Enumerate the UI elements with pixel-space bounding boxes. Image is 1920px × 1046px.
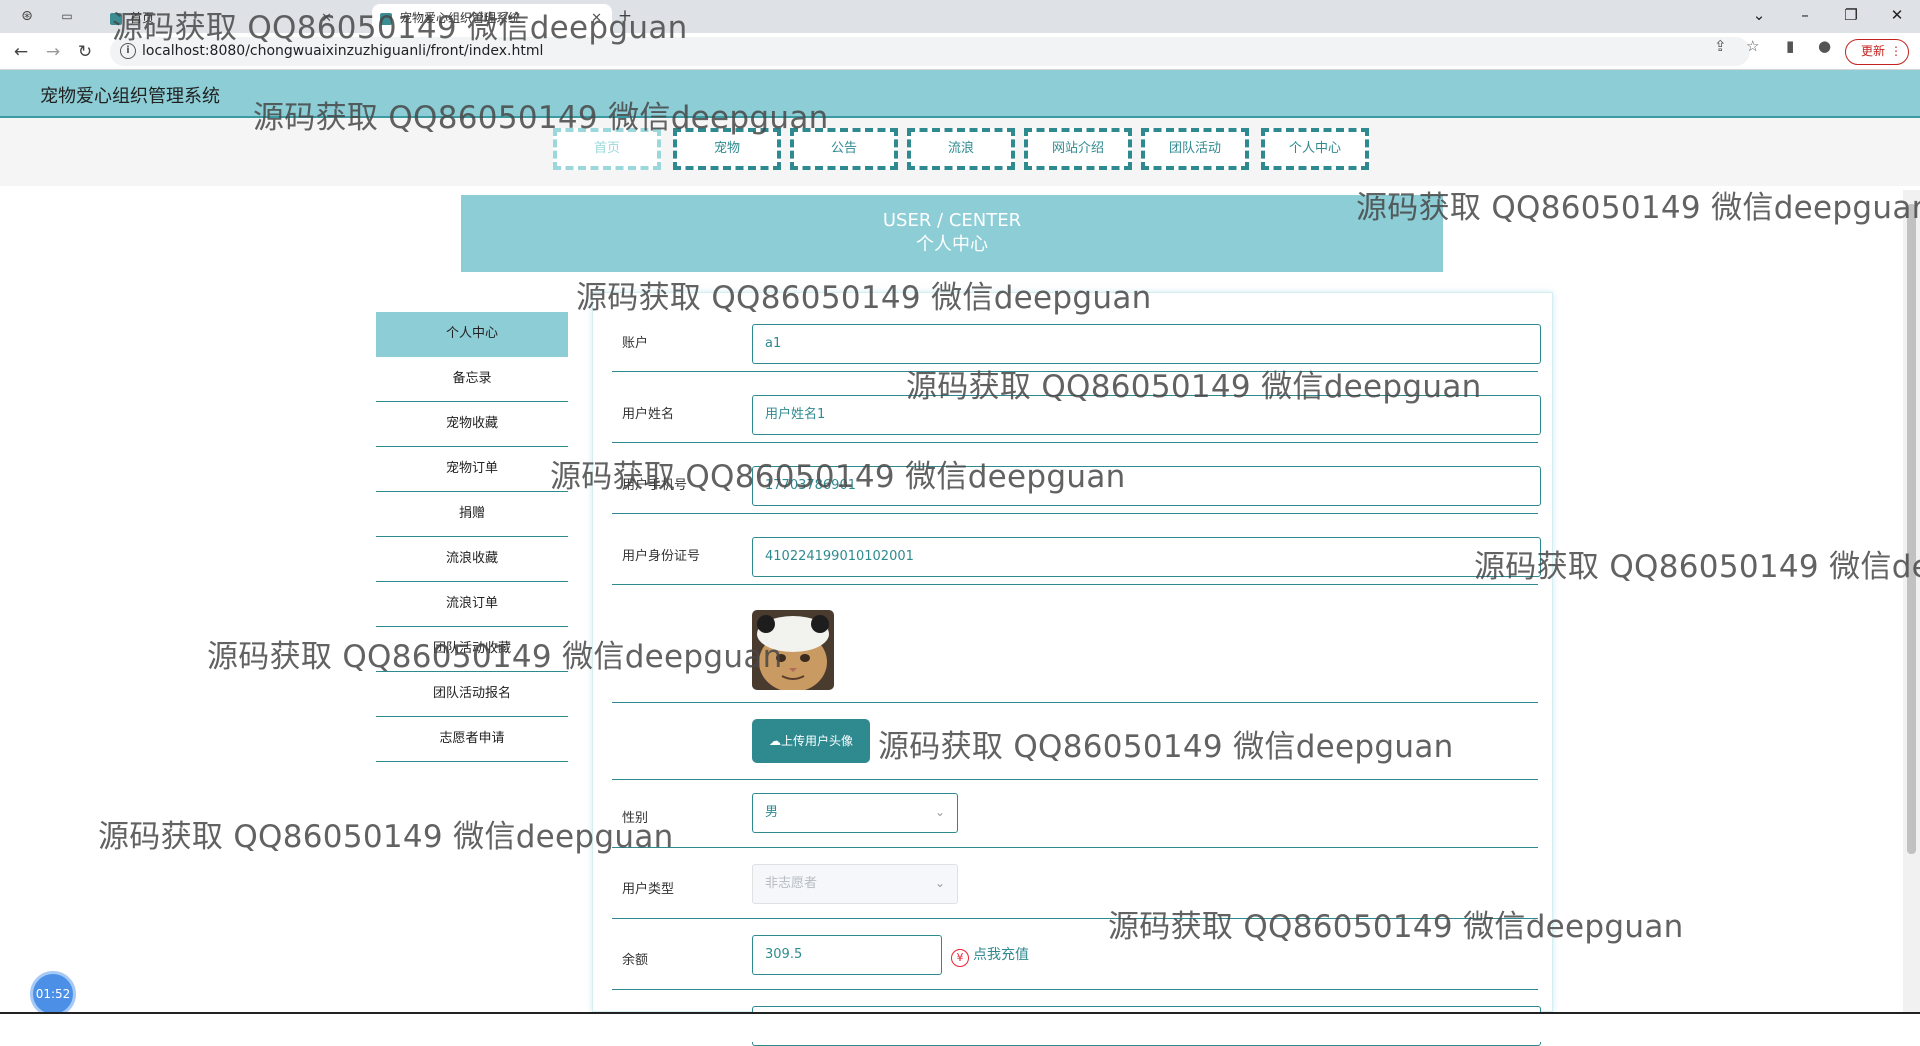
account-label: 账户	[622, 336, 649, 351]
cloud-upload-icon: ☁	[768, 734, 781, 748]
update-button[interactable]: 更新 ⋮	[1845, 39, 1909, 65]
upload-avatar-label: 上传用户头像	[780, 734, 853, 748]
update-label: 更新	[1861, 44, 1886, 58]
form-row-avatar	[612, 599, 1538, 703]
forward-icon[interactable]: →	[40, 39, 66, 65]
sidebar-item-memo[interactable]: 备忘录	[376, 357, 568, 402]
bookmark-star-icon[interactable]: ☆	[1746, 37, 1759, 55]
browser-tab-bar: ⊛ ▭ 首页 ✕ 宠物爱心组织管理系统 ✕ + ⌄ – ❐ ✕	[0, 0, 1920, 33]
nav-home[interactable]: 首页	[553, 128, 661, 170]
side-panel-icon[interactable]: ▮	[1786, 37, 1794, 55]
form-row-name: 用户姓名 用户姓名1	[612, 393, 1541, 443]
address-bar: ← → ↻ i localhost:8080/chongwuaixinzuzhi…	[0, 33, 1920, 70]
page-scrollbar[interactable]	[1903, 190, 1920, 1012]
yen-icon: ¥	[951, 949, 969, 967]
user-avatar	[752, 610, 834, 690]
scrollbar-thumb[interactable]	[1907, 204, 1916, 854]
profile-form: 账户 a1 用户姓名 用户姓名1 用户手机号 17703786901 用户身份证…	[592, 292, 1553, 1046]
tab-search-icon[interactable]: ▭	[54, 3, 80, 29]
form-row-idcard: 用户身份证号 410224199010102001	[612, 535, 1541, 585]
banner-title-en: USER / CENTER	[882, 210, 1022, 231]
tab-system[interactable]: 宠物爱心组织管理系统 ✕	[372, 4, 612, 33]
url-field[interactable]: i localhost:8080/chongwuaixinzuzhiguanli…	[110, 37, 1750, 66]
recording-timer: 01:52	[30, 971, 76, 1017]
gender-value: 男	[765, 805, 779, 820]
idcard-label: 用户身份证号	[622, 549, 701, 564]
browser-menu-icon[interactable]: ⊛	[14, 3, 40, 29]
form-row-balance: 余额 309.5 ¥ 点我充值	[612, 933, 1538, 990]
form-row-upload: ☁上传用户头像	[612, 703, 1538, 780]
profile-avatar-icon[interactable]: ●	[1818, 37, 1831, 55]
window-close-icon[interactable]: ✕	[1874, 0, 1920, 33]
sidebar-item-pet-orders[interactable]: 宠物订单	[376, 447, 568, 492]
restore-icon[interactable]: ❐	[1828, 0, 1874, 33]
idcard-input[interactable]: 410224199010102001	[752, 537, 1541, 577]
sidebar-item-volunteer-apply[interactable]: 志愿者申请	[376, 717, 568, 762]
minimize-icon[interactable]: –	[1782, 0, 1828, 33]
close-icon[interactable]: ✕	[591, 4, 602, 33]
gender-select[interactable]: 男 ⌄	[752, 793, 958, 833]
site-title: 宠物爱心组织管理系统	[40, 86, 220, 107]
watermark-text: 源码获取 QQ86050149 微信deepguan	[98, 819, 674, 855]
user-type-select: 非志愿者 ⌄	[752, 864, 958, 904]
user-type-value: 非志愿者	[765, 876, 818, 891]
site-info-icon[interactable]: i	[120, 43, 136, 59]
name-label: 用户姓名	[622, 407, 675, 422]
name-input[interactable]: 用户姓名1	[752, 395, 1541, 435]
vue-favicon-icon	[380, 13, 392, 25]
bottom-edge	[0, 1012, 1920, 1042]
sidebar-item-activity-favorites[interactable]: 团队活动收藏	[376, 627, 568, 672]
upload-avatar-button[interactable]: ☁上传用户头像	[752, 719, 870, 763]
tab-home-label: 首页	[130, 11, 155, 25]
share-icon[interactable]: ⇪	[1714, 37, 1727, 55]
phone-input[interactable]: 17703786901	[752, 466, 1541, 506]
sidebar-item-donation[interactable]: 捐赠	[376, 492, 568, 537]
form-row-account: 账户 a1	[612, 322, 1541, 372]
form-row-phone: 用户手机号 17703786901	[612, 464, 1541, 514]
main-nav: 首页 宠物 公告 流浪 网站介绍 团队活动 个人中心	[0, 118, 1920, 186]
new-tab-icon[interactable]: +	[612, 3, 638, 29]
account-input[interactable]: a1	[752, 324, 1541, 364]
sidebar-item-stray-orders[interactable]: 流浪订单	[376, 582, 568, 627]
close-icon[interactable]: ✕	[321, 4, 332, 33]
nav-strays[interactable]: 流浪	[907, 128, 1015, 170]
form-row-gender: 性别 男 ⌄	[612, 791, 1538, 848]
sidebar-item-activity-signup[interactable]: 团队活动报名	[376, 672, 568, 717]
more-menu-icon: ⋮	[1890, 44, 1902, 58]
sidebar-item-stray-favorites[interactable]: 流浪收藏	[376, 537, 568, 582]
site-header: 宠物爱心组织管理系统	[0, 70, 1920, 118]
vue-favicon-icon	[110, 13, 122, 25]
tab-list-chevron-icon[interactable]: ⌄	[1736, 0, 1782, 33]
recharge-label: 点我充值	[973, 947, 1029, 963]
nav-about[interactable]: 网站介绍	[1024, 128, 1132, 170]
url-text: localhost:8080/chongwuaixinzuzhiguanli/f…	[142, 43, 544, 59]
reload-icon[interactable]: ↻	[72, 39, 98, 65]
sidebar-item-pet-favorites[interactable]: 宠物收藏	[376, 402, 568, 447]
recharge-link[interactable]: ¥ 点我充值	[951, 943, 1029, 967]
user-center-sidebar: 个人中心 备忘录 宠物收藏 宠物订单 捐赠 流浪收藏 流浪订单 团队活动收藏 团…	[376, 312, 568, 762]
back-icon[interactable]: ←	[8, 39, 34, 65]
tab-system-label: 宠物爱心组织管理系统	[400, 11, 521, 25]
balance-input[interactable]: 309.5	[752, 935, 942, 975]
nav-user-center[interactable]: 个人中心	[1261, 128, 1369, 170]
banner-title-zh: 个人中心	[916, 234, 988, 255]
tab-home[interactable]: 首页 ✕	[102, 4, 342, 33]
gender-label: 性别	[622, 811, 649, 826]
sidebar-item-profile[interactable]: 个人中心	[376, 312, 568, 357]
phone-label: 用户手机号	[622, 478, 688, 493]
chevron-down-icon: ⌄	[934, 805, 945, 819]
nav-pets[interactable]: 宠物	[673, 128, 781, 170]
balance-label: 余额	[622, 953, 649, 968]
user-type-label: 用户类型	[622, 882, 675, 897]
chevron-down-icon: ⌄	[934, 876, 945, 890]
nav-notices[interactable]: 公告	[790, 128, 898, 170]
form-row-user-type: 用户类型 非志愿者 ⌄	[612, 862, 1538, 919]
page-banner: USER / CENTER 个人中心	[461, 195, 1443, 272]
nav-team-activities[interactable]: 团队活动	[1141, 128, 1249, 170]
